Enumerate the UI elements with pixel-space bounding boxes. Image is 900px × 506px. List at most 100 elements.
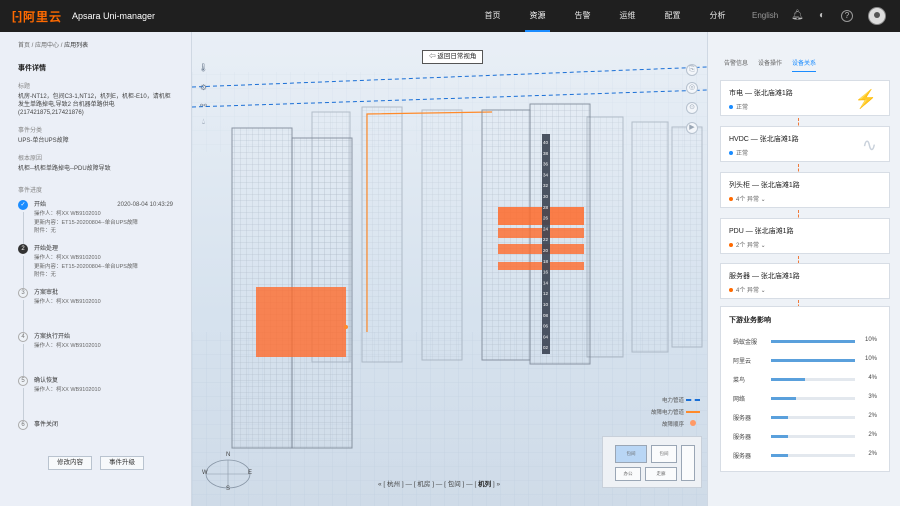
rack-unit-label: 12 bbox=[543, 291, 549, 296]
impact-row[interactable]: 蚂蚁金服 10% bbox=[729, 331, 881, 350]
step-number: 4 bbox=[18, 332, 28, 342]
relation-card-pdu[interactable]: PDU — 张北庙滩1路 2个 异常 ⌄ bbox=[720, 218, 890, 254]
impact-name: 蚂蚁金服 bbox=[733, 340, 758, 346]
rack-3d-view[interactable]: 40 38 36 34 32 30 28 26 24 22 20 18 16 14 12 10 08 06 04 02… bbox=[192, 32, 707, 506]
rack-unit-label: 22 bbox=[543, 237, 549, 242]
double-chevron-left-icon[interactable]: « bbox=[378, 481, 382, 488]
breadcrumb-home[interactable]: 首页 bbox=[18, 43, 30, 49]
step-operator: 操作人：柯XX WB9102010 bbox=[34, 343, 101, 349]
nav-operations[interactable]: 运维 bbox=[605, 0, 650, 32]
tab-device-ops[interactable]: 设备操作 bbox=[758, 58, 782, 72]
product-name: Apsara Uni-manager bbox=[72, 11, 156, 21]
status-dot bbox=[729, 288, 733, 293]
export-icon[interactable]: ⎘ bbox=[686, 64, 698, 76]
status-dot bbox=[729, 151, 733, 156]
impact-row[interactable]: 服务器 2% bbox=[729, 426, 881, 445]
compass-n: N bbox=[226, 452, 231, 458]
relation-card-column-head[interactable]: 列头柜 — 张北庙滩1路 4个 异常 ⌄ bbox=[720, 172, 890, 208]
path-cage[interactable]: 包间 bbox=[448, 481, 461, 488]
escalate-event-button[interactable]: 事件升级 bbox=[100, 456, 144, 470]
return-normal-view-button[interactable]: ⇦ 返回日常视角 bbox=[422, 50, 484, 64]
compass[interactable]: N S E W bbox=[202, 452, 254, 494]
nav-config[interactable]: 配置 bbox=[650, 0, 695, 32]
floor-minimap[interactable]: 包间 包间 办公 走廊 bbox=[602, 436, 702, 488]
logo[interactable]: [-] 阿里云 bbox=[12, 8, 62, 25]
impact-row[interactable]: 服务器 2% bbox=[729, 445, 881, 464]
relation-card-mains[interactable]: 市电 — 张北庙滩1路 正常 ⚡ bbox=[720, 80, 890, 116]
step-attachment: 附件：无 bbox=[34, 272, 57, 278]
rack-unit-label: 26 bbox=[543, 216, 549, 221]
camera-icon[interactable]: ⊙ bbox=[686, 102, 698, 114]
step-recovery: 5 确认恢复 操作人：柯XX WB9102010 bbox=[18, 376, 173, 420]
right-tabs: 告警信息 设备操作 设备关系 bbox=[724, 58, 900, 72]
tag-value: 机房-NT12，包间C3-1,NT12，机列E，机柜-E10，请机柜发生单路掉电… bbox=[18, 94, 171, 116]
rack-unit-ruler bbox=[542, 134, 550, 354]
left-rack-group bbox=[231, 127, 353, 449]
impact-bar-fill bbox=[771, 378, 805, 381]
step-attachment: 附件：无 bbox=[34, 228, 57, 234]
impact-row[interactable]: 网络 3% bbox=[729, 388, 881, 407]
impact-bar-fill bbox=[771, 340, 855, 343]
step-connector bbox=[23, 388, 24, 420]
link-icon[interactable]: ⚯ bbox=[198, 100, 209, 111]
card-status: 4个 异常 ⌄ bbox=[729, 194, 881, 203]
network-icon[interactable]: ⚙ bbox=[198, 82, 209, 93]
step-number: 2 bbox=[18, 244, 28, 254]
impact-percent: 3% bbox=[868, 394, 877, 400]
rack-unit-label: 38 bbox=[543, 151, 549, 156]
relation-card-server[interactable]: 服务器 — 张北庙滩1路 4个 异常 ⌄ bbox=[720, 263, 890, 299]
fault-unit-right bbox=[498, 207, 584, 225]
root-cause-label: 根本原因 bbox=[18, 156, 43, 162]
help-icon[interactable]: ? bbox=[841, 10, 853, 22]
breadcrumb-app-center[interactable]: 应用中心 bbox=[35, 43, 59, 49]
rack-unit-label: 10 bbox=[543, 302, 549, 307]
play-icon[interactable]: ▶ bbox=[686, 122, 698, 134]
minimap-room[interactable]: 办公 bbox=[615, 467, 641, 481]
minimap-room[interactable]: 包间 bbox=[651, 445, 677, 463]
nav-resources[interactable]: 资源 bbox=[515, 0, 560, 32]
locate-icon[interactable]: ◎ bbox=[686, 82, 698, 94]
edit-content-button[interactable]: 修改内容 bbox=[48, 456, 92, 470]
path-city[interactable]: 杭州 bbox=[387, 481, 400, 488]
droplet-icon[interactable]: 💧︎ bbox=[198, 116, 209, 127]
thermometer-icon[interactable]: 🌡︎ bbox=[198, 62, 209, 73]
impact-bar-fill bbox=[771, 454, 788, 457]
nav-alarms[interactable]: 告警 bbox=[560, 0, 605, 32]
impact-row[interactable]: 菜鸟 4% bbox=[729, 369, 881, 388]
relation-card-hvdc[interactable]: HVDC — 张北庙滩1路 正常 ∿ bbox=[720, 126, 890, 162]
nav-home[interactable]: 首页 bbox=[470, 0, 515, 32]
card-title: 列头柜 — 张北庙滩1路 bbox=[729, 182, 800, 189]
impact-bar-fill bbox=[771, 416, 788, 419]
card-title: HVDC — 张北庙滩1路 bbox=[729, 136, 799, 143]
language-switch[interactable]: English bbox=[752, 0, 778, 32]
impact-bar bbox=[771, 416, 855, 419]
double-chevron-right-icon[interactable]: » bbox=[497, 481, 501, 488]
impact-bar bbox=[771, 378, 855, 381]
impact-bar bbox=[771, 397, 855, 400]
theme-icon[interactable]: ◐ bbox=[816, 10, 828, 22]
minimap-room[interactable] bbox=[681, 445, 695, 481]
legend-fault-pipe: 故障电力管道 bbox=[650, 410, 684, 416]
status-dot bbox=[729, 105, 733, 110]
path-room[interactable]: 机房 bbox=[417, 481, 430, 488]
tab-alarm-info[interactable]: 告警信息 bbox=[724, 58, 748, 72]
power-tower-icon: ⚡ bbox=[854, 89, 877, 109]
tab-device-relation[interactable]: 设备关系 bbox=[792, 58, 817, 72]
step-operator: 操作人：柯XX WB9102010 bbox=[34, 211, 101, 217]
step-connector bbox=[23, 344, 24, 376]
step-title: 开始处理 bbox=[34, 246, 59, 252]
tag-label: 标题 bbox=[18, 84, 31, 90]
rack-unit-label: 40 bbox=[543, 140, 549, 145]
minimap-room[interactable]: 走廊 bbox=[645, 467, 677, 481]
card-title: PDU — 张北庙滩1路 bbox=[729, 228, 794, 235]
avatar[interactable] bbox=[868, 7, 886, 25]
step-operator: 操作人：柯XX WB9102010 bbox=[34, 387, 101, 393]
impact-row[interactable]: 服务器 2% bbox=[729, 407, 881, 426]
impact-percent: 4% bbox=[868, 375, 877, 381]
minimap-room[interactable]: 包间 bbox=[615, 445, 647, 463]
impact-row[interactable]: 阿里云 10% bbox=[729, 350, 881, 369]
nav-analysis[interactable]: 分析 bbox=[695, 0, 740, 32]
bell-icon[interactable]: 🔔︎ bbox=[791, 10, 804, 22]
impact-percent: 2% bbox=[868, 432, 877, 438]
impact-percent: 10% bbox=[864, 356, 877, 362]
